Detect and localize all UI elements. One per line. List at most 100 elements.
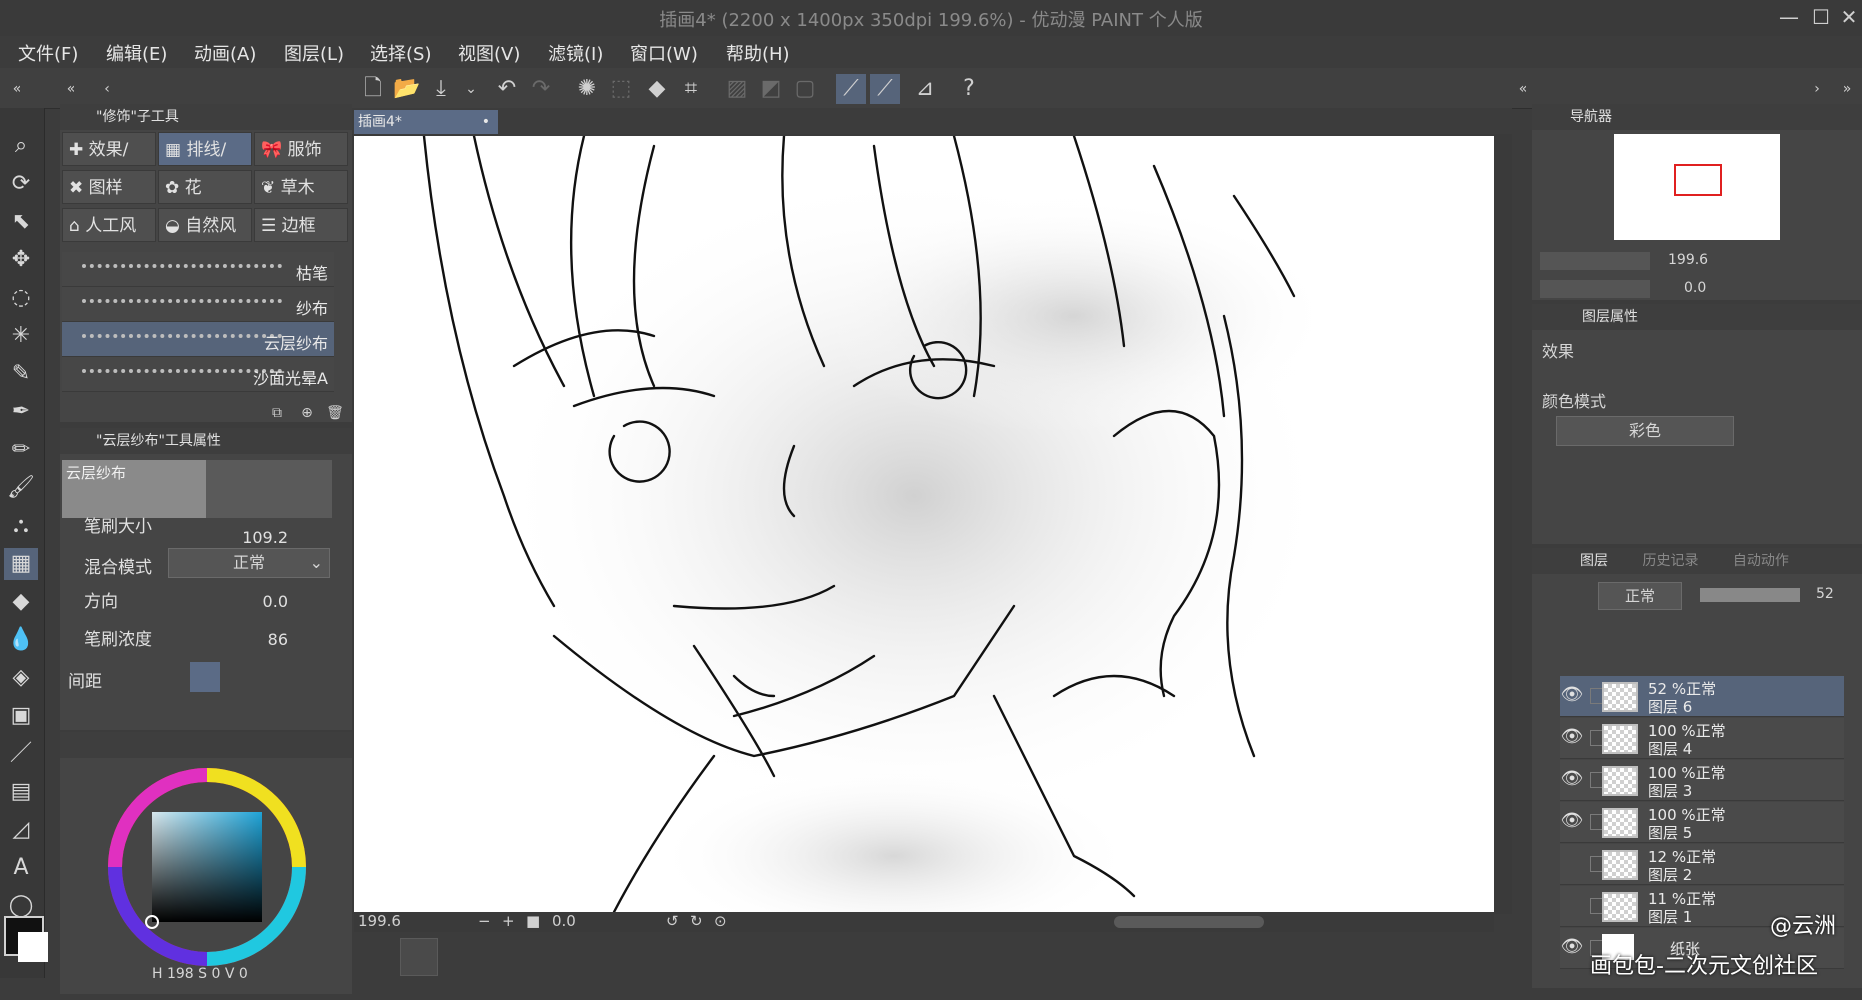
visibility-eye-icon[interactable]: 👁: [1560, 768, 1584, 792]
menu-edit[interactable]: 编辑(E): [106, 40, 167, 66]
undo-icon[interactable]: ↶: [492, 74, 522, 104]
brush-item[interactable]: 纱布: [62, 287, 334, 322]
fit-icon[interactable]: ■: [526, 912, 540, 930]
layer-row[interactable]: 12 %正常 图层 2: [1560, 844, 1844, 885]
color-mode-select[interactable]: 彩色: [1556, 416, 1734, 446]
grid-snap-icon[interactable]: ⊿: [910, 74, 940, 104]
zoom-slider[interactable]: [1540, 252, 1650, 270]
layer-row-active[interactable]: 👁 52 %正常 图层 6: [1560, 676, 1844, 717]
document-tab[interactable]: 插画4* •: [354, 110, 498, 134]
tab-border[interactable]: ☰ 边框: [254, 208, 348, 242]
rotation-slider[interactable]: [1540, 280, 1650, 298]
text-tool-icon[interactable]: A: [4, 852, 38, 884]
canvas-zoom-value[interactable]: 199.6: [358, 912, 401, 930]
tab-hatching[interactable]: ▦ 排线/: [158, 132, 252, 166]
reset-rotation-icon[interactable]: ⊙: [714, 912, 727, 930]
tab-plants[interactable]: ❦ 草木: [254, 170, 348, 204]
zoom-in-icon[interactable]: +: [502, 912, 515, 930]
navigator-zoom-value[interactable]: 199.6: [1668, 252, 1708, 268]
gradient-tool-icon[interactable]: ▣: [4, 700, 38, 732]
line-tool-icon[interactable]: ／: [4, 738, 38, 770]
brush-tool-icon[interactable]: 🖌: [4, 472, 38, 504]
rotate-right-icon[interactable]: ↻: [690, 912, 703, 930]
magic-wand-icon[interactable]: ✳: [4, 320, 38, 352]
visibility-eye-icon[interactable]: 👁: [1560, 726, 1584, 750]
menu-select[interactable]: 选择(S): [370, 40, 431, 66]
pen-tool-icon[interactable]: ✒: [4, 396, 38, 428]
visibility-off-icon[interactable]: [1560, 852, 1584, 876]
object-tool-icon[interactable]: ⬉: [4, 206, 38, 238]
tab-clothing[interactable]: 🎀 服饰: [254, 132, 348, 166]
canvas-rotation-value[interactable]: 0.0: [552, 912, 576, 930]
tab-pattern[interactable]: ✖ 图样: [62, 170, 156, 204]
layer-row[interactable]: 👁 100 %正常 图层 4: [1560, 718, 1844, 759]
collapse-panel-icon[interactable]: «: [56, 74, 86, 104]
spacing-option-active[interactable]: [190, 662, 220, 692]
zoom-tool-icon[interactable]: ⌕: [4, 130, 38, 162]
help-icon[interactable]: ?: [954, 74, 984, 104]
tab-history[interactable]: 历史记录: [1642, 553, 1698, 569]
layer-row[interactable]: 👁 100 %正常 图层 5: [1560, 802, 1844, 843]
special-ruler-snap-icon[interactable]: ⟋: [870, 74, 900, 104]
menu-window[interactable]: 窗口(W): [630, 40, 698, 66]
chevron-left-icon[interactable]: ‹: [92, 74, 122, 104]
density-row[interactable]: 笔刷浓度 86: [62, 618, 332, 652]
rotate-left-icon[interactable]: ↺: [666, 912, 679, 930]
transform-icon[interactable]: ⌗: [676, 74, 706, 104]
navigator-thumbnail[interactable]: [1614, 134, 1780, 240]
zoom-out-icon[interactable]: −: [478, 912, 491, 930]
redo-icon[interactable]: ↷: [526, 74, 556, 104]
rotate-view-tool-icon[interactable]: ⟳: [4, 168, 38, 200]
brush-item-active[interactable]: 云层纱布: [62, 322, 334, 357]
layer-row[interactable]: 👁 100 %正常 图层 3: [1560, 760, 1844, 801]
open-file-icon[interactable]: 📂: [392, 74, 422, 104]
maximize-button[interactable]: ☐: [1806, 4, 1836, 30]
save-dropdown-icon[interactable]: ⌄: [456, 74, 486, 104]
tab-artificial[interactable]: ⌂ 人工风: [62, 208, 156, 242]
horizontal-scrollbar[interactable]: [1114, 916, 1264, 928]
direction-value[interactable]: 0.0: [263, 592, 288, 611]
menu-filter[interactable]: 滤镜(I): [548, 40, 603, 66]
selection-border-icon[interactable]: ▢: [790, 74, 820, 104]
visibility-eye-icon[interactable]: 👁: [1560, 684, 1584, 708]
fill-tool-icon[interactable]: ◈: [4, 662, 38, 694]
save-icon[interactable]: ⤓: [426, 74, 456, 104]
menu-help[interactable]: 帮助(H): [726, 40, 790, 66]
visibility-off-icon[interactable]: [1560, 894, 1584, 918]
sub-color-swatch[interactable]: [18, 932, 48, 962]
navigator-view-frame[interactable]: [1674, 164, 1722, 196]
frame-tool-icon[interactable]: ▤: [4, 776, 38, 808]
tab-nature[interactable]: ◒ 自然风: [158, 208, 252, 242]
brush-item[interactable]: 枯笔: [62, 252, 334, 287]
tab-close-icon[interactable]: •: [482, 110, 490, 134]
menu-layer[interactable]: 图层(L): [284, 40, 344, 66]
ruler-snap-icon[interactable]: ⟋: [836, 74, 866, 104]
ruler-tool-icon[interactable]: ◿: [4, 814, 38, 846]
layout-toggle-button[interactable]: [400, 938, 438, 976]
copy-subtool-icon[interactable]: ⧉: [262, 398, 292, 428]
invert-selection-icon[interactable]: ◩: [756, 74, 786, 104]
eyedropper-icon[interactable]: ✎: [4, 358, 38, 390]
move-tool-icon[interactable]: ✥: [4, 244, 38, 276]
tab-flower[interactable]: ✿ 花: [158, 170, 252, 204]
clear-outside-icon[interactable]: ⬚: [606, 74, 636, 104]
menu-file[interactable]: 文件(F): [18, 40, 78, 66]
chevron-right-icon[interactable]: ›: [1802, 74, 1832, 104]
eraser-tool-icon[interactable]: ◆: [4, 586, 38, 618]
opacity-slider[interactable]: [1700, 588, 1800, 602]
brush-item[interactable]: 沙面光晕A: [62, 357, 334, 392]
direction-row[interactable]: 方向 0.0: [62, 580, 332, 614]
selection-off-icon[interactable]: ▨: [722, 74, 752, 104]
menu-animation[interactable]: 动画(A): [194, 40, 256, 66]
layer-blend-select[interactable]: 正常: [1598, 582, 1682, 610]
clear-icon[interactable]: ✺: [572, 74, 602, 104]
color-wheel[interactable]: [102, 762, 312, 972]
tab-effect[interactable]: ✚ 效果/: [62, 132, 156, 166]
collapse-left-icon[interactable]: «: [2, 74, 32, 104]
tab-auto-actions[interactable]: 自动动作: [1733, 553, 1789, 569]
close-button[interactable]: ✕: [1834, 4, 1862, 30]
delete-subtool-icon[interactable]: 🗑: [320, 398, 350, 428]
decoration-tool-icon[interactable]: ▦: [4, 548, 38, 580]
navigator-rotation-value[interactable]: 0.0: [1684, 280, 1706, 296]
pencil-tool-icon[interactable]: ✏: [4, 434, 38, 466]
